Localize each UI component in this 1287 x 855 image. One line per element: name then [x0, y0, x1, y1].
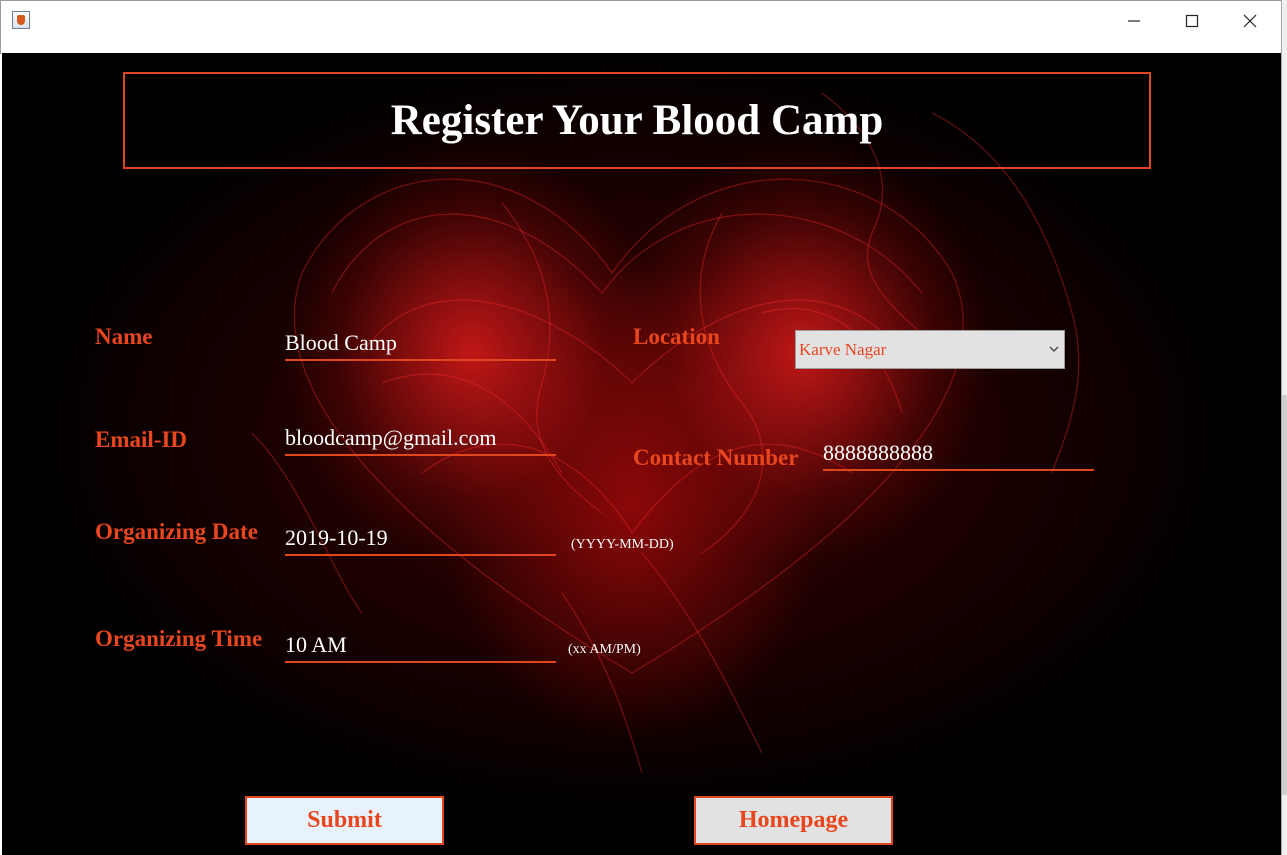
maximize-icon	[1185, 14, 1199, 28]
minimize-button[interactable]	[1105, 1, 1163, 41]
minimize-icon	[1128, 20, 1140, 22]
chevron-down-icon	[1049, 346, 1059, 352]
location-selected-value: Karve Nagar	[799, 340, 887, 359]
close-icon	[1243, 14, 1257, 28]
contact-number-label: Contact Number	[633, 445, 799, 470]
contact-number-field[interactable]: 8888888888	[823, 437, 1094, 471]
form-panel: Register Your Blood Camp Name Blood Camp…	[2, 53, 1281, 855]
location-select[interactable]: Karve Nagar	[795, 330, 1065, 369]
maximize-button[interactable]	[1163, 1, 1221, 41]
page-title: Register Your Blood Camp	[390, 97, 884, 144]
email-label: Email-ID	[95, 427, 187, 452]
name-field[interactable]: Blood Camp	[285, 327, 556, 361]
name-label: Name	[95, 324, 153, 349]
background-window-panel	[1282, 395, 1287, 795]
email-field[interactable]: bloodcamp@gmail.com	[285, 422, 556, 456]
homepage-button[interactable]: Homepage	[694, 796, 893, 845]
title-banner: Register Your Blood Camp	[123, 72, 1151, 169]
organizing-date-label: Organizing Date	[95, 519, 258, 544]
time-format-hint: (xx AM/PM)	[568, 642, 641, 657]
date-format-hint: (YYYY-MM-DD)	[571, 537, 674, 552]
window-titlebar	[0, 0, 1282, 54]
organizing-date-field[interactable]: 2019-10-19	[285, 522, 556, 556]
close-button[interactable]	[1221, 1, 1279, 41]
submit-button[interactable]: Submit	[245, 796, 444, 845]
organizing-time-label: Organizing Time	[95, 626, 263, 651]
organizing-time-field[interactable]: 10 AM	[285, 629, 556, 663]
background-window-edge	[1281, 0, 1287, 855]
location-label: Location	[633, 324, 720, 349]
java-cup-icon	[12, 11, 30, 29]
